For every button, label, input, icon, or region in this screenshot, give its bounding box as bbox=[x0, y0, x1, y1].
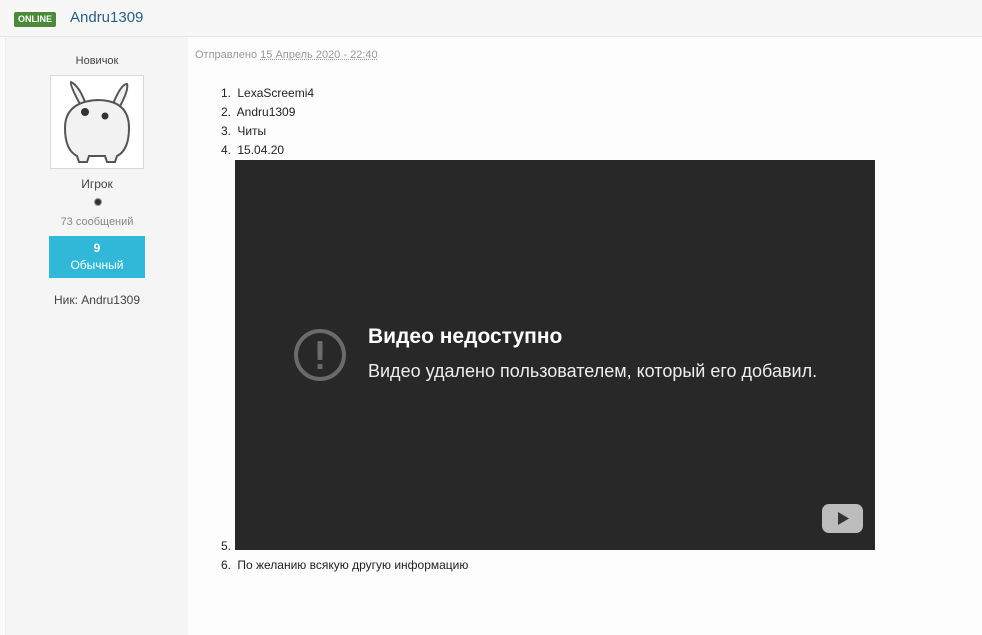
avatar-creature-icon bbox=[63, 80, 131, 163]
post-header: ONLINE Andru1309 bbox=[0, 0, 982, 37]
posted-prefix: Отправлено bbox=[195, 49, 258, 61]
list-item-number: 2. bbox=[221, 105, 232, 119]
play-triangle-icon bbox=[838, 512, 849, 525]
list-item: 1. LexaScreemi4 bbox=[221, 86, 314, 100]
list-item-text: 15.04.20 bbox=[237, 143, 285, 157]
list-item-number: 3. bbox=[221, 124, 232, 138]
video-error-message: Видео удалено пользователем, который его… bbox=[368, 361, 818, 381]
list-item: 2. Andru1309 bbox=[221, 105, 295, 119]
list-item-number: 1. bbox=[221, 86, 232, 100]
reputation-label: Обычный bbox=[70, 258, 124, 272]
post-date: Отправлено 15 Апрель 2020 - 22:40 bbox=[195, 49, 378, 61]
author-name-link[interactable]: Andru1309 bbox=[70, 9, 143, 26]
user-nick: Ник: Andru1309 bbox=[53, 293, 140, 307]
user-group: Игрок bbox=[81, 177, 113, 191]
exclamation-circle-icon bbox=[294, 329, 346, 381]
list-item: 3. Читы bbox=[221, 124, 266, 138]
list-item-text: Andru1309 bbox=[236, 105, 296, 119]
avatar[interactable] bbox=[50, 75, 144, 169]
reputation-box[interactable]: 9 Обычный bbox=[49, 236, 145, 278]
post-count: 73 сообщений bbox=[60, 216, 134, 228]
rank-title: Новичок bbox=[75, 55, 119, 67]
youtube-play-icon[interactable] bbox=[822, 504, 863, 533]
reputation-value: 9 bbox=[93, 241, 101, 255]
list-item-number: 4. bbox=[221, 143, 232, 157]
list-item-text: По желанию всякую другую информацию bbox=[237, 558, 469, 572]
posted-date-link[interactable]: 15 Апрель 2020 - 22:40 bbox=[260, 49, 377, 61]
embedded-video[interactable]: Видео недоступно Видео удалено пользоват… bbox=[235, 160, 875, 550]
list-item-text: LexaScreemi4 bbox=[237, 86, 315, 100]
list-item-number: 6. bbox=[221, 558, 232, 572]
author-sidebar: Новичок Игрок 73 сообщений 9 Обычный Ник… bbox=[6, 37, 188, 635]
list-item: 6. По желанию всякую другую информацию bbox=[221, 558, 468, 572]
list-item-text: Читы bbox=[237, 124, 267, 138]
online-badge: ONLINE bbox=[14, 12, 57, 27]
video-error-title: Видео недоступно bbox=[368, 325, 563, 348]
status-dot bbox=[94, 198, 102, 206]
list-item-number: 5. bbox=[221, 539, 232, 553]
post: Новичок Игрок 73 сообщений 9 Обычный Ник… bbox=[5, 37, 982, 635]
list-item: 4. 15.04.20 bbox=[221, 143, 284, 157]
list-item: 5. bbox=[221, 539, 234, 553]
